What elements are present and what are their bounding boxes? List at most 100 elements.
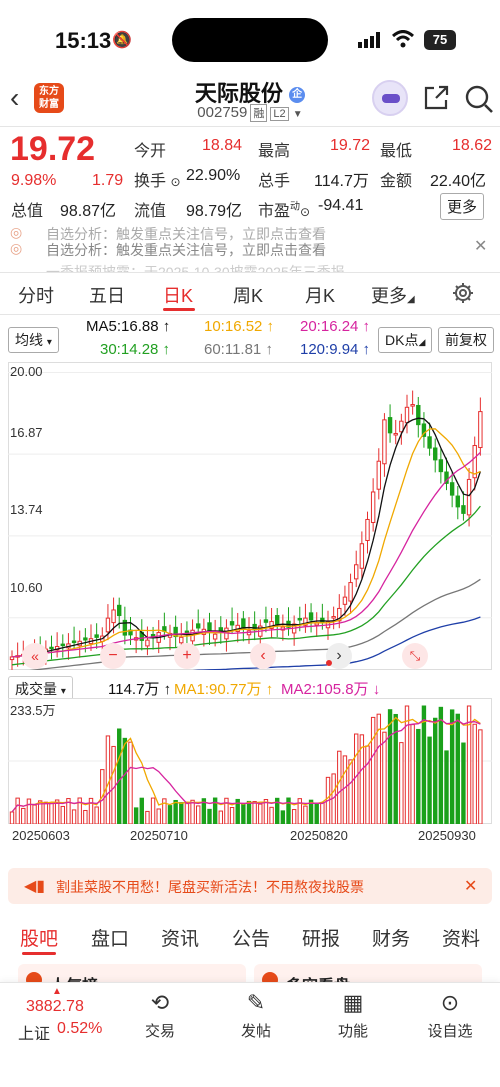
settings-icon[interactable]	[452, 282, 474, 304]
volume-label: 总手	[258, 173, 291, 190]
notice-icon: ◎	[10, 240, 23, 256]
notice-line: 自选分析：触发重点关注信号，立即点击查看	[46, 242, 326, 258]
volume-bar	[410, 724, 415, 824]
volume-bar	[229, 807, 235, 824]
volume-bar	[421, 705, 427, 824]
status-bar: 15:13 🔕 75	[0, 0, 500, 80]
adjust-button[interactable]: 前复权	[438, 327, 494, 353]
robot-avatar-icon[interactable]	[372, 80, 408, 116]
float-label: 流值	[134, 203, 167, 220]
nav-post[interactable]: ✎ 发帖	[216, 990, 296, 1041]
candle-body	[105, 617, 111, 633]
notice-icon: ◎	[10, 224, 23, 240]
candle-body	[354, 564, 359, 580]
candle-body	[478, 411, 483, 449]
more-button[interactable]: 更多	[440, 193, 485, 220]
volume-bar	[207, 808, 212, 824]
tab-monthly-k[interactable]: 月K	[305, 282, 335, 308]
promo-banner[interactable]: ◀▮ 割韭菜股不用愁！尾盘买新活法！不用熬夜找股票 ✕	[8, 868, 492, 904]
nav-functions[interactable]: ▦ 功能	[313, 990, 393, 1041]
info-icon[interactable]: ⊙	[300, 205, 310, 219]
turnover-label: 换手 ⊙	[134, 173, 181, 190]
subtab-orderbook[interactable]: 盘口	[91, 924, 129, 951]
candle-body	[111, 609, 116, 624]
candle-body	[416, 404, 421, 426]
volume-bar	[60, 805, 65, 824]
volume-bar	[455, 713, 460, 824]
search-icon[interactable]	[464, 84, 494, 114]
current-price: 19.72	[10, 130, 96, 168]
subtab-profile[interactable]: 资料	[442, 924, 480, 951]
fullscreen-icon[interactable]: ⤡	[402, 643, 428, 669]
ma20-label: 20:16.24 ↑	[300, 318, 371, 335]
volume-bar	[246, 800, 252, 824]
candle-body	[382, 419, 387, 465]
volume-bar	[133, 807, 139, 824]
more-dots-icon: ⊙	[440, 990, 460, 1015]
change-percent: 9.98%	[11, 172, 57, 189]
candle-body	[359, 543, 365, 569]
tab-intraday[interactable]: 分时	[18, 282, 54, 308]
volume-bar	[173, 799, 178, 824]
margin-tag: 融	[250, 104, 268, 122]
subtab-indicator	[22, 952, 56, 955]
tab-daily-k[interactable]: 日K	[163, 282, 193, 308]
index-name[interactable]: 上证	[18, 1020, 50, 1044]
close-icon[interactable]: ✕	[464, 876, 477, 896]
candle-body	[342, 596, 348, 605]
indicator-select[interactable]: 均线 ▾	[8, 327, 59, 353]
scroll-left-icon[interactable]: ‹	[250, 643, 276, 669]
volume-chart[interactable]	[8, 698, 492, 824]
subtab-research[interactable]: 研报	[302, 924, 340, 951]
pe-value: -94.41	[318, 197, 364, 214]
candle-body	[410, 404, 415, 407]
period-tabs: 分时 五日 日K 周K 月K 更多◢	[0, 274, 500, 314]
tab-weekly-k[interactable]: 周K	[233, 282, 263, 308]
index-value[interactable]: 3882.78	[26, 998, 84, 1016]
zoom-out-icon[interactable]: −	[100, 643, 126, 669]
l2-tag[interactable]: L2	[270, 107, 289, 121]
notice-line: 一季报预披露：于2025-10-30披露2025年三季报	[46, 264, 345, 272]
volume-bar	[354, 733, 359, 824]
volume-bar	[393, 713, 398, 824]
volume-bar	[438, 706, 444, 824]
nav-watchlist[interactable]: ⊙ 设自选	[410, 990, 490, 1041]
vol-ma1-label: MA1:90.77万 ↑	[174, 681, 274, 698]
record-dot-icon	[326, 660, 332, 666]
y-axis-label: 10.60	[10, 580, 43, 595]
volume-max-label: 233.5万	[10, 703, 56, 718]
turnover-value: 22.90%	[186, 167, 241, 184]
candle-body	[365, 518, 370, 541]
dk-point-button[interactable]: DK点◢	[378, 327, 433, 353]
ma5-label: MA5:16.88 ↑	[86, 318, 171, 335]
collapse-left-icon[interactable]: «	[22, 643, 48, 669]
candle-body	[466, 478, 472, 516]
candle-body	[117, 604, 122, 617]
volume-bar	[314, 802, 319, 824]
kline-chart[interactable]	[8, 362, 492, 670]
volume-bar	[348, 759, 353, 824]
tab-5day[interactable]: 五日	[89, 282, 125, 308]
nav-trade[interactable]: ⟲ 交易	[120, 990, 200, 1041]
candle-body	[348, 582, 353, 602]
volume-bar	[433, 717, 438, 824]
volume-bar	[365, 745, 370, 824]
notice-ticker[interactable]: ◎ 自选分析：触发重点关注信号，立即点击查看 ◎ 自选分析：触发重点关注信号，立…	[0, 222, 500, 272]
subtab-announcements[interactable]: 公告	[232, 924, 270, 951]
index-percent[interactable]: 0.52%	[57, 1020, 102, 1038]
pe-label: 市盈动⊙	[258, 201, 311, 220]
tab-more[interactable]: 更多◢	[371, 282, 415, 308]
volume-bar	[399, 742, 404, 824]
subtab-forum[interactable]: 股吧	[20, 924, 58, 951]
zoom-in-icon[interactable]: +	[174, 643, 200, 669]
clock: 15:13	[55, 28, 112, 53]
close-icon[interactable]: ✕	[474, 236, 487, 256]
info-icon[interactable]: ⊙	[170, 175, 180, 189]
candle-body	[49, 646, 54, 650]
subtab-news[interactable]: 资讯	[161, 924, 199, 951]
share-icon[interactable]	[422, 84, 450, 112]
amount-label: 金额	[380, 173, 413, 190]
volume-bar	[218, 810, 223, 824]
subtab-finance[interactable]: 财务	[372, 924, 410, 951]
high-value: 19.72	[330, 137, 371, 154]
